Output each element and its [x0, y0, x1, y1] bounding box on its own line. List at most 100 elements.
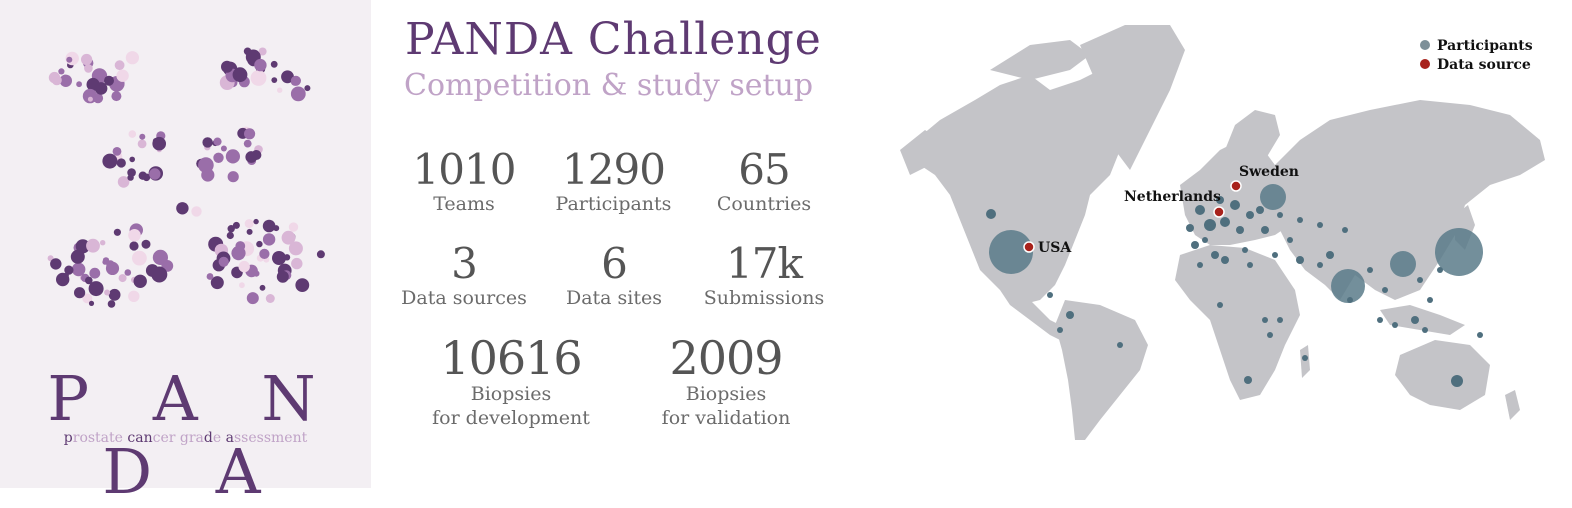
logo-dot [64, 265, 74, 275]
logo-dot [149, 168, 161, 180]
logo-dot [133, 274, 147, 288]
logo-dot [262, 233, 276, 246]
australia [1395, 340, 1490, 410]
logo-dot [114, 60, 125, 71]
participant-marker [1277, 317, 1283, 323]
map-label-sweden: Sweden [1239, 164, 1299, 180]
participant-marker [1204, 219, 1216, 231]
stat-label-2: for validation [661, 407, 791, 429]
participant-marker [1272, 252, 1278, 258]
participant-marker [1451, 375, 1463, 387]
logo-dot [246, 228, 253, 235]
logo-dot [259, 248, 270, 259]
logo-dot [113, 228, 121, 236]
participant-marker [1220, 217, 1230, 227]
logo-dot [191, 206, 202, 217]
logo-dot [213, 137, 222, 146]
logo-tagline: prostate cancer grade assessment [63, 430, 308, 446]
logo-dot [84, 64, 93, 73]
logo-dot [141, 239, 151, 249]
stat-label: Data sources [401, 287, 527, 309]
participant-marker [1477, 332, 1483, 338]
logo-dot-pattern [47, 47, 325, 308]
logo-dot [128, 290, 140, 302]
stat-value: 6 [601, 239, 628, 288]
stat-data-sites: 6 Data sites [560, 242, 668, 310]
stat-teams: 1010 Teams [404, 148, 524, 216]
logo-dot [106, 260, 115, 269]
logo-dot [245, 151, 258, 163]
arctic-islands [990, 40, 1090, 80]
stat-value: 2009 [669, 331, 783, 385]
participant-marker [1260, 184, 1286, 210]
logo-dot [112, 147, 122, 156]
stat-value: 3 [451, 239, 478, 288]
participant-marker [1230, 200, 1240, 210]
logo-dot [270, 60, 278, 68]
logo-dot [218, 256, 229, 267]
logo-dot [202, 137, 213, 148]
logo-dot [256, 240, 263, 248]
south-america [1055, 300, 1148, 440]
logo-dot [283, 254, 291, 261]
stat-label-2: for development [432, 407, 590, 429]
logo-dot [102, 153, 118, 169]
logo-dot [129, 156, 135, 163]
logo-dot [152, 136, 166, 151]
logo-dot [125, 51, 139, 65]
map-label-usa: USA [1038, 240, 1072, 256]
logo-dot [290, 86, 306, 102]
logo-dot [107, 300, 116, 308]
participant-marker [1262, 317, 1268, 323]
participant-marker [1236, 226, 1244, 234]
logo-dot [220, 145, 227, 152]
participant-marker [1221, 256, 1229, 264]
legend-participants-label: Participants [1437, 38, 1533, 54]
participant-marker [1392, 322, 1398, 328]
logo-dot [111, 91, 122, 102]
participant-marker [1422, 327, 1428, 333]
participant-marker [1390, 251, 1416, 277]
logo-dot [253, 218, 259, 225]
stat-biopsies-validation: 2009 Biopsies for validation [654, 334, 798, 430]
logo-dot [295, 278, 310, 292]
participant-marker [1417, 277, 1423, 283]
participant-marker [1202, 237, 1208, 243]
legend-data-source-swatch [1420, 59, 1430, 69]
stat-label: Biopsies [685, 383, 767, 405]
logo-dot [232, 221, 240, 229]
logo-dot [81, 53, 93, 66]
logo-dot [246, 292, 259, 305]
data-source-netherlands-marker [1213, 206, 1225, 218]
logo-dot [88, 300, 95, 306]
participant-marker [1317, 222, 1323, 228]
stat-label: Countries [716, 193, 812, 215]
logo-dot [116, 158, 126, 168]
logo-dot [139, 133, 146, 140]
participant-marker [1382, 287, 1388, 293]
logo-dot [276, 270, 289, 283]
participant-marker [1197, 262, 1203, 268]
participant-marker [1287, 237, 1293, 243]
logo-dot [225, 149, 240, 164]
data-source-usa-marker [1023, 241, 1035, 253]
logo-dot [132, 250, 147, 266]
logo-dot [226, 231, 234, 240]
stat-value: 1290 [562, 145, 666, 194]
participant-marker [1247, 262, 1253, 268]
logo-dot [239, 282, 245, 289]
logo-dot [288, 222, 299, 232]
logo-dot [48, 71, 61, 84]
world-map: USA Netherlands Sweden Participants Data… [900, 25, 1545, 440]
stat-participants: 1290 Participants [551, 148, 676, 216]
logo-dot [127, 174, 134, 181]
stat-value: 10616 [440, 331, 582, 385]
logo-dot [265, 294, 275, 303]
stat-data-sources: 3 Data sources [400, 242, 528, 310]
participant-marker [1047, 292, 1053, 298]
logo-dot [116, 69, 129, 82]
logo-dot [85, 276, 93, 285]
participant-marker [1256, 206, 1264, 214]
madagascar [1300, 345, 1310, 378]
logo-dot [277, 87, 283, 93]
